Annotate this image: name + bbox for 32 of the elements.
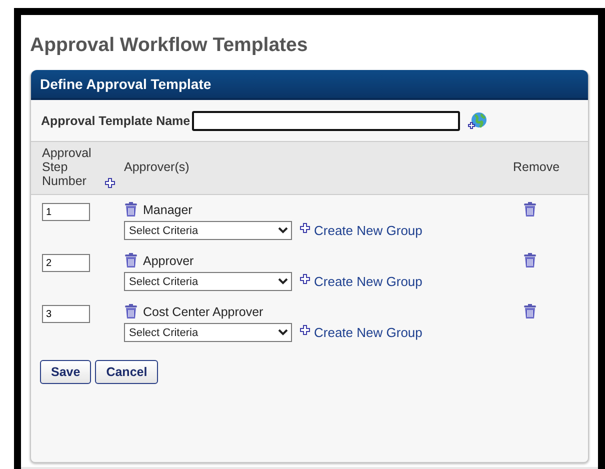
form-button[interactable]: Cancel bbox=[95, 360, 158, 384]
create-group-link[interactable]: Create New Group bbox=[314, 325, 422, 340]
trash-icon[interactable] bbox=[124, 253, 138, 268]
trash-icon[interactable] bbox=[523, 253, 537, 268]
trash-icon[interactable] bbox=[124, 202, 138, 217]
step-number-field[interactable]: 2 bbox=[42, 254, 90, 272]
form-button[interactable]: Save bbox=[40, 360, 92, 384]
plus-icon[interactable] bbox=[300, 223, 310, 233]
trash-icon[interactable] bbox=[124, 304, 138, 319]
field-label: Approval Template Name bbox=[41, 114, 190, 128]
criteria-dropdown[interactable]: Select Criteria bbox=[124, 221, 292, 240]
column-header: Approver(s) bbox=[124, 160, 190, 174]
approver-name: Manager bbox=[143, 202, 192, 216]
create-group-link[interactable]: Create New Group bbox=[314, 223, 422, 238]
globe-icon[interactable] bbox=[468, 112, 488, 130]
trash-icon[interactable] bbox=[523, 304, 537, 319]
plus-icon[interactable] bbox=[300, 325, 310, 335]
approver-name: Cost Center Approver bbox=[143, 304, 264, 318]
trash-icon[interactable] bbox=[523, 202, 537, 217]
criteria-dropdown[interactable]: Select Criteria bbox=[124, 272, 292, 291]
criteria-dropdown[interactable]: Select Criteria bbox=[124, 323, 292, 342]
page-title: Approval Workflow Templates bbox=[29, 33, 309, 58]
panel-header: Define Approval Template bbox=[31, 70, 588, 100]
step-number-field[interactable]: 3 bbox=[42, 305, 90, 323]
plus-icon[interactable] bbox=[300, 274, 310, 284]
template-name-field[interactable] bbox=[192, 111, 460, 131]
plus-icon[interactable] bbox=[105, 178, 115, 188]
column-header: Remove bbox=[512, 160, 561, 174]
column-header: Approval Step Number bbox=[42, 146, 92, 188]
create-group-link[interactable]: Create New Group bbox=[314, 274, 422, 289]
step-number-field[interactable]: 1 bbox=[42, 203, 90, 221]
approver-name: Approver bbox=[143, 254, 194, 268]
